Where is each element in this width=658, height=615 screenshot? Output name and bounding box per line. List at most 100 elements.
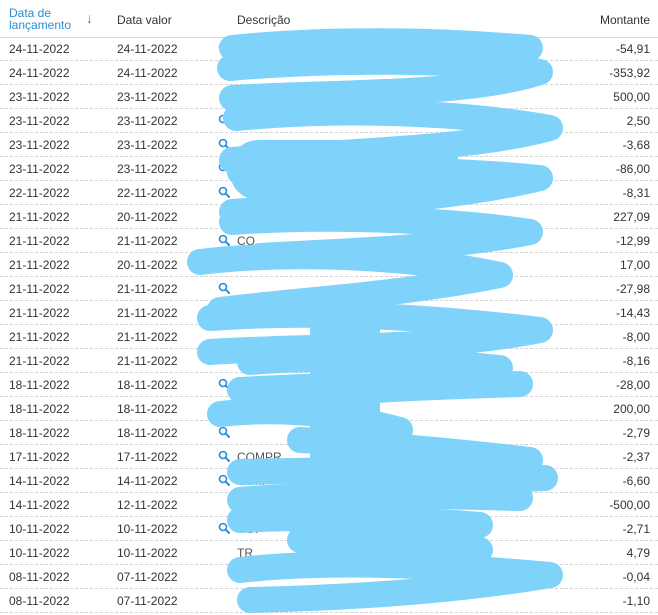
posted-date: 23-11-2022 <box>9 162 70 176</box>
magnifier-icon[interactable] <box>218 282 230 294</box>
posted-date: 24-11-2022 <box>9 42 70 56</box>
column-header-value-date[interactable]: Data valor <box>117 13 172 27</box>
table-header: Data de lançamento ↓ Data valor Descriçã… <box>0 0 658 38</box>
posted-date: 18-11-2022 <box>9 426 70 440</box>
amount: -54,91 <box>615 42 650 56</box>
table-row[interactable]: 18-11-2022 18-11-2022 200,00 <box>0 397 658 421</box>
description[interactable]: COMPR <box>237 450 282 464</box>
table-row[interactable]: 21-11-2022 21-11-2022 999 -8,16 <box>0 349 658 373</box>
table-row[interactable]: 18-11-2022 18-11-2022 COMP -28,00 <box>0 373 658 397</box>
table-row[interactable]: 08-11-2022 07-11-2022 -0,04 <box>0 565 658 589</box>
arrow-down-icon[interactable]: ↓ <box>86 10 93 26</box>
description[interactable]: TR <box>237 546 253 560</box>
table-row[interactable]: 21-11-2022 21-11-2022 -14,43 <box>0 301 658 325</box>
transactions-table: 24-11-2022 24-11-2022 -54,91 24-11-2022 24-1… <box>0 37 658 613</box>
value-date: 10-11-2022 <box>117 522 178 536</box>
value-date: 21-11-2022 <box>117 282 178 296</box>
value-date: 18-11-2022 <box>117 426 178 440</box>
amount: -2,37 <box>622 450 650 464</box>
posted-date: 24-11-2022 <box>9 66 70 80</box>
value-date: 21-11-2022 <box>117 330 178 344</box>
amount: -2,79 <box>622 426 650 440</box>
posted-date: 18-11-2022 <box>9 378 70 392</box>
column-header-amount[interactable]: Montante <box>600 13 650 27</box>
magnifier-icon[interactable] <box>218 186 230 198</box>
table-row[interactable]: 18-11-2022 18-11-2022 -2,79 <box>0 421 658 445</box>
table-row[interactable]: 24-11-2022 24-11-2022 -353,92 <box>0 61 658 85</box>
posted-date: 21-11-2022 <box>9 330 70 344</box>
table-row[interactable]: 21-11-2022 20-11-2022 227,09 <box>0 205 658 229</box>
magnifier-icon[interactable] <box>218 522 230 534</box>
value-date: 18-11-2022 <box>117 402 178 416</box>
table-row[interactable]: 21-11-2022 21-11-2022 CO -12,99 <box>0 229 658 253</box>
posted-date: 21-11-2022 <box>9 306 70 320</box>
magnifier-icon[interactable] <box>218 474 230 486</box>
amount: -0,04 <box>622 570 650 584</box>
table-row[interactable]: 10-11-2022 10-11-2022 COI -2,71 <box>0 517 658 541</box>
magnifier-icon[interactable] <box>218 138 230 150</box>
amount: 200,00 <box>613 402 650 416</box>
value-date: 21-11-2022 <box>117 354 178 368</box>
column-header-description[interactable]: Descrição <box>237 13 290 27</box>
table-row[interactable]: 23-11-2022 23-11-2022 500,00 <box>0 85 658 109</box>
table-row[interactable]: 23-11-2022 23-11-2022 -86,00 <box>0 157 658 181</box>
magnifier-icon[interactable] <box>218 66 230 78</box>
amount: -353,92 <box>609 66 650 80</box>
column-header-date-posted[interactable]: Data de lançamento <box>9 7 79 31</box>
description[interactable]: COI <box>237 522 258 536</box>
value-date: 18-11-2022 <box>117 378 178 392</box>
amount: -28,00 <box>615 378 650 392</box>
amount: -8,00 <box>622 330 650 344</box>
table-row[interactable]: 23-11-2022 23-11-2022 2,50 <box>0 109 658 133</box>
amount: 17,00 <box>619 258 650 272</box>
magnifier-icon[interactable] <box>218 426 230 438</box>
table-row[interactable]: 14-11-2022 12-11-2022 -500,00 <box>0 493 658 517</box>
description[interactable]: CO <box>237 234 255 248</box>
posted-date: 08-11-2022 <box>9 570 70 584</box>
table-row[interactable]: 21-11-2022 21-11-2022 -27,98 <box>0 277 658 301</box>
value-date: 20-11-2022 <box>117 258 178 272</box>
magnifier-icon[interactable] <box>218 234 230 246</box>
description[interactable]: COMP <box>237 378 273 392</box>
table-row[interactable]: 17-11-2022 17-11-2022 COMPR -2,37 <box>0 445 658 469</box>
value-date: 23-11-2022 <box>117 162 178 176</box>
magnifier-icon[interactable] <box>218 42 230 54</box>
value-date: 07-11-2022 <box>117 570 178 584</box>
amount: 227,09 <box>613 210 650 224</box>
magnifier-icon[interactable] <box>218 378 230 390</box>
description[interactable]: 999 <box>237 354 257 368</box>
table-row[interactable]: 14-11-2022 14-11-2022 COM -6,60 <box>0 469 658 493</box>
table-row[interactable]: 21-11-2022 21-11-2022 -8,00 <box>0 325 658 349</box>
posted-date: 14-11-2022 <box>9 498 70 512</box>
amount: -500,00 <box>609 498 650 512</box>
posted-date: 17-11-2022 <box>9 450 70 464</box>
posted-date: 23-11-2022 <box>9 90 70 104</box>
posted-date: 22-11-2022 <box>9 186 70 200</box>
table-row[interactable]: 22-11-2022 22-11-2022 -8,31 <box>0 181 658 205</box>
table-row[interactable]: 24-11-2022 24-11-2022 -54,91 <box>0 37 658 61</box>
posted-date: 18-11-2022 <box>9 402 70 416</box>
value-date: 21-11-2022 <box>117 306 178 320</box>
magnifier-icon[interactable] <box>218 162 230 174</box>
posted-date: 14-11-2022 <box>9 474 70 488</box>
value-date: 07-11-2022 <box>117 594 178 608</box>
posted-date: 21-11-2022 <box>9 234 70 248</box>
magnifier-icon[interactable] <box>218 114 230 126</box>
posted-date: 21-11-2022 <box>9 258 70 272</box>
amount: -27,98 <box>615 282 650 296</box>
value-date: 24-11-2022 <box>117 42 178 56</box>
table-row[interactable]: 10-11-2022 10-11-2022 TR 4,79 <box>0 541 658 565</box>
value-date: 10-11-2022 <box>117 546 178 560</box>
amount: -2,71 <box>622 522 650 536</box>
amount: -12,99 <box>615 234 650 248</box>
magnifier-icon[interactable] <box>218 450 230 462</box>
table-row[interactable]: 08-11-2022 07-11-2022 -1,10 <box>0 589 658 613</box>
table-row[interactable]: 23-11-2022 23-11-2022 -3,68 <box>0 133 658 157</box>
table-row[interactable]: 21-11-2022 20-11-2022 17,00 <box>0 253 658 277</box>
amount: -6,60 <box>622 474 650 488</box>
posted-date: 23-11-2022 <box>9 114 70 128</box>
amount: -8,31 <box>622 186 650 200</box>
description[interactable]: COM <box>237 474 265 488</box>
amount: 500,00 <box>613 90 650 104</box>
value-date: 23-11-2022 <box>117 90 178 104</box>
